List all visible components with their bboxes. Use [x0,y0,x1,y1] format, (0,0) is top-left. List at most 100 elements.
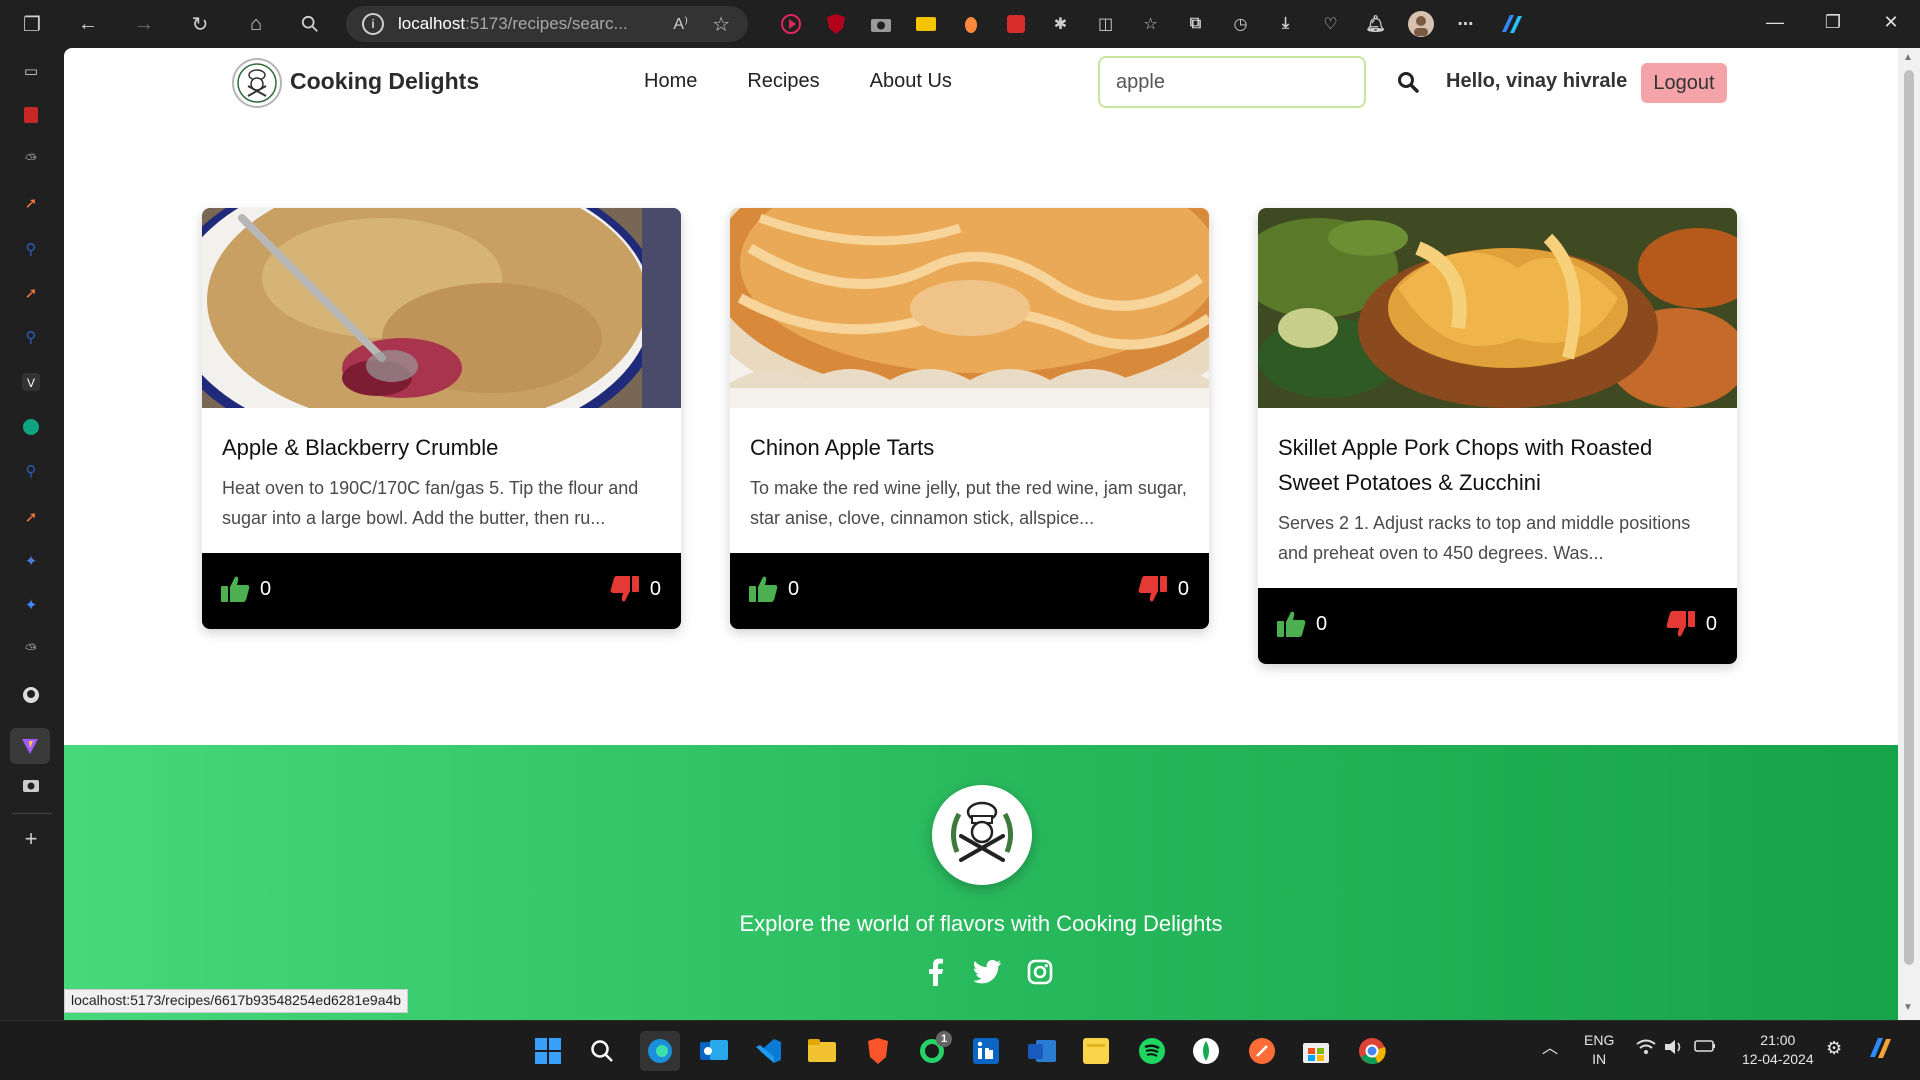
copilot-taskbar-icon[interactable] [1866,1035,1894,1066]
profile-avatar[interactable] [1398,4,1443,44]
volume-icon[interactable] [1664,1039,1684,1060]
screenshot-extension-icon[interactable] [858,4,903,44]
clock-date: 12-04-2024 [1742,1051,1814,1067]
address-bar[interactable]: i localhost:5173/recipes/searc... A⁾ ☆ [346,6,748,42]
like-button[interactable]: 0 [1276,610,1327,638]
extension-video-icon[interactable] [768,4,813,44]
extension-yellow-icon[interactable] [903,4,948,44]
sidebar-add-icon[interactable]: + [20,826,42,851]
scrollbar-thumb[interactable] [1904,70,1914,965]
start-button[interactable] [532,1035,564,1067]
extensions-puzzle-icon[interactable]: ✱ [1038,4,1083,44]
show-hidden-icons-button[interactable]: ︿ [1542,1039,1558,1058]
sidebar-vite-icon[interactable] [10,728,50,764]
taskbar-edge-icon[interactable] [640,1031,680,1071]
taskbar-vscode-icon[interactable] [752,1035,784,1067]
sidebar-gemini2-icon[interactable]: ✦ [20,594,42,616]
search-tab-icon[interactable] [290,4,330,44]
chef-logo-icon[interactable] [232,58,282,108]
site-info-icon[interactable]: i [362,13,384,35]
sidebar-search3-icon[interactable]: ⚲ [20,460,42,482]
home-button[interactable]: ⌂ [236,4,276,44]
page-scrollbar[interactable]: ▲ ▼ [1898,48,1920,1020]
downloads-icon[interactable]: ⤓ [1263,4,1308,44]
sidebar-search2-icon[interactable]: ⚲ [20,326,42,348]
collections-icon[interactable]: ⧉ [1173,4,1218,44]
clock[interactable]: 21:00 12-04-2024 [1742,1031,1814,1069]
logout-button[interactable]: Logout [1641,63,1727,103]
taskbar-chrome-icon[interactable] [1356,1035,1388,1067]
sidebar-pdf-icon[interactable] [20,104,42,126]
like-button[interactable]: 0 [220,575,271,603]
browser-essentials-icon[interactable]: ♡ [1308,4,1353,44]
sidebar-weather2-icon[interactable]: ⛅︎ [20,638,42,660]
taskbar-postman-icon[interactable] [1246,1035,1278,1067]
taskbar-explorer-icon[interactable] [806,1035,838,1067]
recipe-card[interactable]: Chinon Apple Tarts To make the red wine … [730,208,1209,629]
taskbar-spotify-icon[interactable] [1136,1035,1168,1067]
taskbar-store-icon[interactable] [1300,1035,1332,1067]
extension-orange-icon[interactable] [948,4,993,44]
search-button[interactable] [1392,66,1424,98]
taskbar-outlook-icon[interactable] [698,1035,730,1067]
like-button[interactable]: 0 [748,575,799,603]
card-footer: 0 0 [730,553,1209,629]
sidebar-postman2-icon[interactable]: ➚ [20,282,42,304]
favorites-icon[interactable]: ☆ [1128,4,1173,44]
tab-actions-icon[interactable]: ▭ [20,60,42,82]
sidebar-github-icon[interactable] [20,684,42,706]
maximize-button[interactable]: ❐ [1804,0,1862,44]
more-menu-icon[interactable]: ⋯ [1443,4,1488,44]
sidebar-v-icon[interactable]: V [20,371,42,393]
brand-name[interactable]: Cooking Delights [290,68,479,95]
dislike-button[interactable]: 0 [610,575,661,603]
browser-toolbar: ❐ ← → ↻ ⌂ i localhost:5173/recipes/searc… [0,0,1920,48]
taskbar-word-icon[interactable] [1026,1035,1058,1067]
taskbar-mongodb-icon[interactable] [1190,1035,1222,1067]
sidebar-weather-icon[interactable]: ⛅︎ [20,148,42,170]
nav-link-recipes[interactable]: Recipes [747,70,819,93]
twitter-icon[interactable] [974,957,1002,987]
sidebar-camera-icon[interactable] [20,774,42,796]
battery-icon[interactable] [1694,1039,1716,1058]
minimize-button[interactable]: — [1746,0,1804,44]
recipe-card[interactable]: Apple & Blackberry Crumble Heat oven to … [202,208,681,629]
taskbar-sticky-notes-icon[interactable] [1080,1035,1112,1067]
scroll-up-icon[interactable]: ▲ [1903,52,1913,63]
history-icon[interactable]: ◷ [1218,4,1263,44]
close-window-button[interactable]: ✕ [1862,0,1920,44]
ublock-icon[interactable] [813,4,858,44]
nav-link-about[interactable]: About Us [870,70,952,93]
forward-button[interactable]: → [124,4,164,44]
wifi-icon[interactable] [1636,1039,1656,1060]
browser-sidebar: ▭ ⛅︎ ➚ ⚲ ➚ ⚲ V ⚲ ➚ ✦ ✦ ⛅︎ + [0,48,64,1020]
sidebar-chatgpt-icon[interactable] [20,416,42,438]
nav-link-home[interactable]: Home [644,70,697,93]
extension-red-icon[interactable] [993,4,1038,44]
taskbar-search-icon[interactable] [586,1035,618,1067]
read-aloud-icon[interactable]: A⁾ [673,14,688,34]
scroll-down-icon[interactable]: ▼ [1903,1002,1913,1013]
copilot-icon[interactable] [1488,4,1533,44]
notifications-icon[interactable]: 🔔︎ [1353,4,1398,44]
sidebar-gemini-icon[interactable]: ✦ [20,550,42,572]
recipe-search-input[interactable] [1098,56,1366,108]
favorite-star-icon[interactable]: ☆ [712,12,730,37]
instagram-icon[interactable] [1026,957,1054,987]
taskbar-brave-icon[interactable] [862,1035,894,1067]
dislike-button[interactable]: 0 [1666,610,1717,638]
sidebar-postman-icon[interactable]: ➚ [20,192,42,214]
dislike-button[interactable]: 0 [1138,575,1189,603]
taskbar-linkedin-icon[interactable] [970,1035,1002,1067]
split-screen-icon[interactable]: ◫ [1083,4,1128,44]
back-button[interactable]: ← [68,4,108,44]
refresh-button[interactable]: ↻ [180,4,220,44]
recipe-card[interactable]: Skillet Apple Pork Chops with Roasted Sw… [1258,208,1737,664]
taskbar-whatsapp-icon[interactable]: 1 [916,1031,952,1067]
language-indicator[interactable]: ENG IN [1584,1031,1614,1069]
facebook-icon[interactable] [922,957,950,987]
workspaces-icon[interactable]: ❐ [12,4,52,44]
sidebar-postman3-icon[interactable]: ➚ [20,506,42,528]
sidebar-search-icon[interactable]: ⚲ [20,238,42,260]
notification-center-icon[interactable]: ⚙︎ [1826,1039,1842,1058]
